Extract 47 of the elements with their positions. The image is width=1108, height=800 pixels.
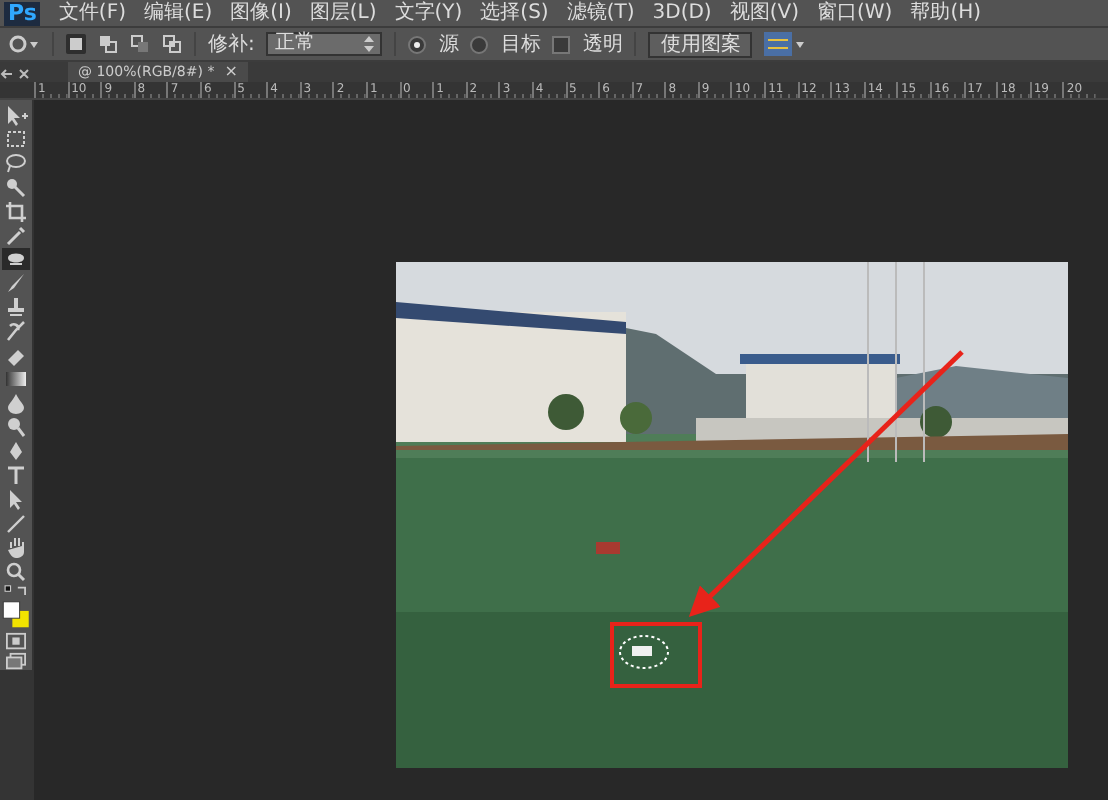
swap-colors-icon[interactable] <box>2 584 30 599</box>
menu-item[interactable]: 窗口(W) <box>816 1 893 25</box>
checkbox-label: 透明 <box>582 31 623 58</box>
menu-item[interactable]: 文件(F) <box>58 1 126 25</box>
line-tool-icon[interactable] <box>2 512 30 534</box>
highlight-rectangle <box>610 622 702 688</box>
radio-label: 目标 <box>500 31 541 58</box>
menu-item[interactable]: 图层(L) <box>309 1 377 25</box>
screen-mode-icon[interactable] <box>4 651 28 670</box>
menu-item[interactable]: 视图(V) <box>729 1 799 25</box>
zoom-tool-icon[interactable] <box>2 560 30 582</box>
use-pattern-button[interactable]: 使用图案 <box>648 31 753 57</box>
menu-item[interactable]: 3D(D) <box>652 1 712 25</box>
menu-item[interactable]: 文字(Y) <box>394 1 463 25</box>
patch-mode-dropdown[interactable]: 正常 <box>266 32 383 56</box>
selection-outline <box>619 635 669 669</box>
blur-tool-icon[interactable] <box>2 392 30 414</box>
marquee-tool-icon[interactable] <box>2 128 30 150</box>
dropdown-arrows-icon <box>364 36 375 52</box>
color-swatches-icon[interactable] <box>0 600 32 630</box>
pattern-picker-icon[interactable] <box>764 32 805 56</box>
app-logo: Ps <box>4 1 41 25</box>
hand-tool-icon[interactable] <box>2 536 30 558</box>
lasso-tool-icon[interactable] <box>2 152 30 174</box>
collapse-panel-icon[interactable] <box>0 66 32 82</box>
menu-item[interactable]: 帮助(H) <box>910 1 982 25</box>
patch-label: 修补: <box>208 31 255 58</box>
quick-mask-icon[interactable] <box>4 631 28 650</box>
menu-item[interactable]: 选择(S) <box>480 1 549 25</box>
gradient-tool-icon[interactable] <box>2 368 30 390</box>
intersect-selection-button[interactable] <box>162 34 182 54</box>
move-tool-icon[interactable] <box>2 104 30 126</box>
add-selection-button[interactable] <box>98 34 118 54</box>
radio-button[interactable] <box>470 35 489 53</box>
new-selection-button[interactable] <box>66 34 86 54</box>
menu-item[interactable]: 编辑(E) <box>143 1 213 25</box>
radio-button[interactable] <box>408 35 427 53</box>
eyedropper-tool-icon[interactable] <box>2 224 30 246</box>
stamp-tool-icon[interactable] <box>2 296 30 318</box>
radio-label: 源 <box>438 32 459 58</box>
type-tool-icon[interactable] <box>2 464 30 486</box>
menu-item[interactable]: 滤镜(T) <box>566 1 635 25</box>
menu-item[interactable]: 图像(I) <box>230 1 292 25</box>
crop-tool-icon[interactable] <box>2 200 30 222</box>
close-tab-button[interactable]: × <box>224 62 238 82</box>
checkbox[interactable] <box>552 35 571 53</box>
subtract-selection-button[interactable] <box>130 34 150 54</box>
